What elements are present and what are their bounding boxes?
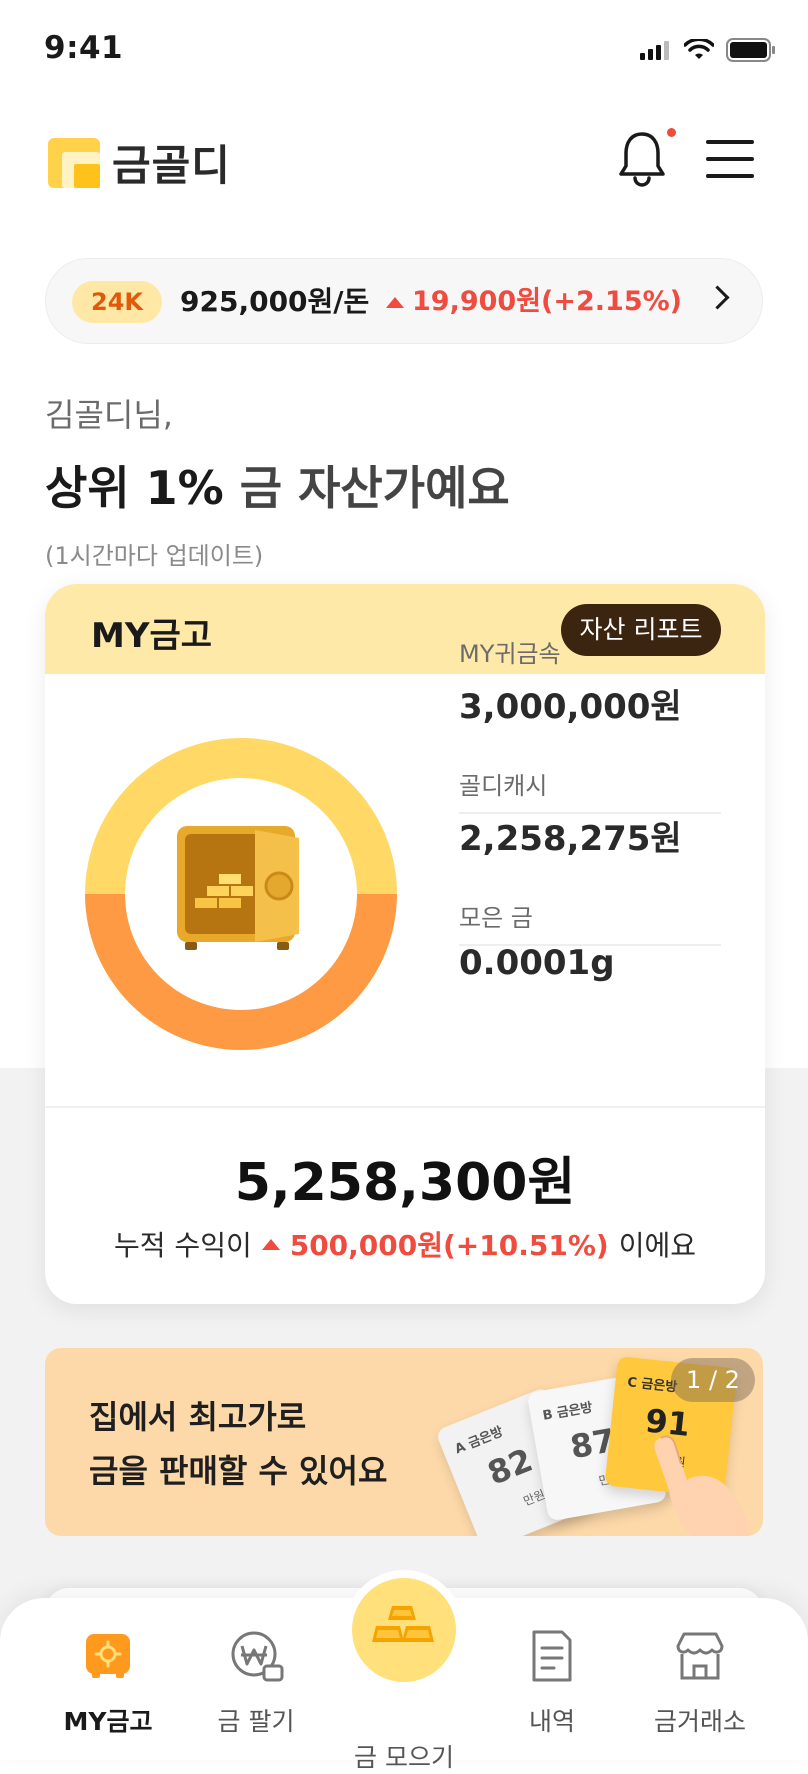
price-change: 19,900원(+2.15%) bbox=[386, 281, 682, 323]
headline-strong: 상위 1% bbox=[45, 461, 224, 515]
sell-won-icon bbox=[228, 1628, 284, 1684]
nav-item-my-vault[interactable]: MY금고 bbox=[38, 1628, 178, 1738]
banner-line-1: 집에서 최고가로 bbox=[89, 1398, 307, 1436]
safe-icon bbox=[177, 826, 299, 950]
total-assets: 5,258,300원 bbox=[234, 1153, 576, 1213]
menu-icon[interactable] bbox=[706, 140, 754, 180]
greeting-name: 김골디님, bbox=[45, 396, 173, 434]
pointing-hand-icon bbox=[654, 1435, 751, 1536]
stat-value: 3,000,000원 bbox=[459, 687, 682, 727]
status-time: 9:41 bbox=[44, 30, 124, 66]
offer-label: B 금은방 bbox=[541, 1400, 594, 1424]
up-arrow-icon bbox=[386, 296, 404, 308]
nav-label: 내역 bbox=[528, 1707, 575, 1736]
price-change-value: 19,900원(+2.15%) bbox=[412, 286, 683, 317]
banner-line-2: 금을 판매할 수 있어요 bbox=[89, 1452, 388, 1490]
gold-price: 925,000원/돈 bbox=[180, 285, 370, 318]
store-icon bbox=[672, 1628, 728, 1684]
nav-label: 금 팔기 bbox=[217, 1707, 295, 1736]
nav-label: MY금고 bbox=[63, 1707, 153, 1736]
nav-item-collect-gold[interactable]: 금 모으기 bbox=[334, 1738, 474, 1774]
nav-item-history[interactable]: 내역 bbox=[482, 1628, 622, 1738]
notification-dot bbox=[667, 128, 676, 137]
greeting-headline: 상위 1% 금 자산가예요 bbox=[45, 452, 510, 518]
battery-icon bbox=[726, 38, 775, 62]
stat-gold: 모은 금 0.0001g bbox=[459, 898, 719, 983]
vault-icon bbox=[80, 1628, 136, 1684]
bell-icon[interactable] bbox=[616, 128, 668, 188]
app-logo[interactable]: 금골디 bbox=[48, 132, 231, 193]
up-arrow-icon bbox=[261, 1238, 280, 1250]
app-name: 금골디 bbox=[112, 141, 231, 190]
nav-label: 금 모으기 bbox=[354, 1743, 454, 1772]
karat-badge: 24K bbox=[72, 281, 162, 323]
stat-label: 모은 금 bbox=[459, 904, 533, 932]
app-header: 금골디 bbox=[0, 120, 808, 200]
stat-value: 0.0001g bbox=[459, 943, 615, 983]
history-doc-icon bbox=[524, 1628, 580, 1684]
profit-amount: 500,000원(+10.51%) bbox=[289, 1229, 609, 1262]
signal-icon bbox=[640, 41, 669, 60]
stat-label: 골디캐시 bbox=[459, 772, 548, 800]
nav-item-exchange[interactable]: 금거래소 bbox=[630, 1628, 770, 1738]
stat-value: 2,258,275원 bbox=[459, 819, 682, 859]
collect-gold-fab[interactable] bbox=[344, 1570, 464, 1690]
asset-donut-chart bbox=[85, 738, 397, 1050]
profit-suffix: 이에요 bbox=[618, 1229, 696, 1262]
nav-label: 금거래소 bbox=[653, 1707, 746, 1736]
logo-mark-icon bbox=[48, 137, 100, 188]
headline-rest: 금 자산가예요 bbox=[223, 461, 510, 515]
stat-metals: MY귀금속 3,000,000원 bbox=[459, 634, 719, 728]
gold-bars-icon bbox=[372, 1606, 434, 1642]
wifi-icon bbox=[684, 39, 714, 59]
banner-text: 집에서 최고가로 금을 판매할 수 있어요 bbox=[89, 1390, 387, 1498]
stat-label: MY귀금속 bbox=[459, 640, 561, 668]
card-separator bbox=[45, 1106, 765, 1108]
gold-price-ticker[interactable]: 24K 925,000원/돈 19,900원(+2.15%) bbox=[45, 258, 763, 344]
my-vault-card: MY금고 자산 리포트 MY귀금속 3,000,000원 골디캐시 2,258,… bbox=[45, 584, 765, 1304]
offer-value: 82 bbox=[482, 1440, 538, 1493]
cumulative-profit: 누적 수익이 500,000원(+10.51%) 이에요 bbox=[45, 1224, 765, 1264]
stat-cash: 골디캐시 2,258,275원 bbox=[459, 766, 719, 860]
fab-circle bbox=[352, 1578, 456, 1682]
banner-pager[interactable]: 1 / 2 bbox=[671, 1358, 755, 1402]
profit-prefix: 누적 수익이 bbox=[114, 1229, 252, 1262]
update-note: (1시간마다 업데이트) bbox=[45, 542, 264, 570]
vault-title: MY금고 bbox=[91, 616, 213, 656]
status-icons bbox=[640, 38, 776, 62]
nav-item-sell-gold[interactable]: 금 팔기 bbox=[186, 1628, 326, 1738]
promo-banner[interactable]: 집에서 최고가로 금을 판매할 수 있어요 A 금은방 82 만원 B 금은방 … bbox=[45, 1348, 763, 1536]
chevron-right-icon bbox=[705, 285, 730, 310]
status-bar: 9:41 bbox=[0, 0, 808, 100]
